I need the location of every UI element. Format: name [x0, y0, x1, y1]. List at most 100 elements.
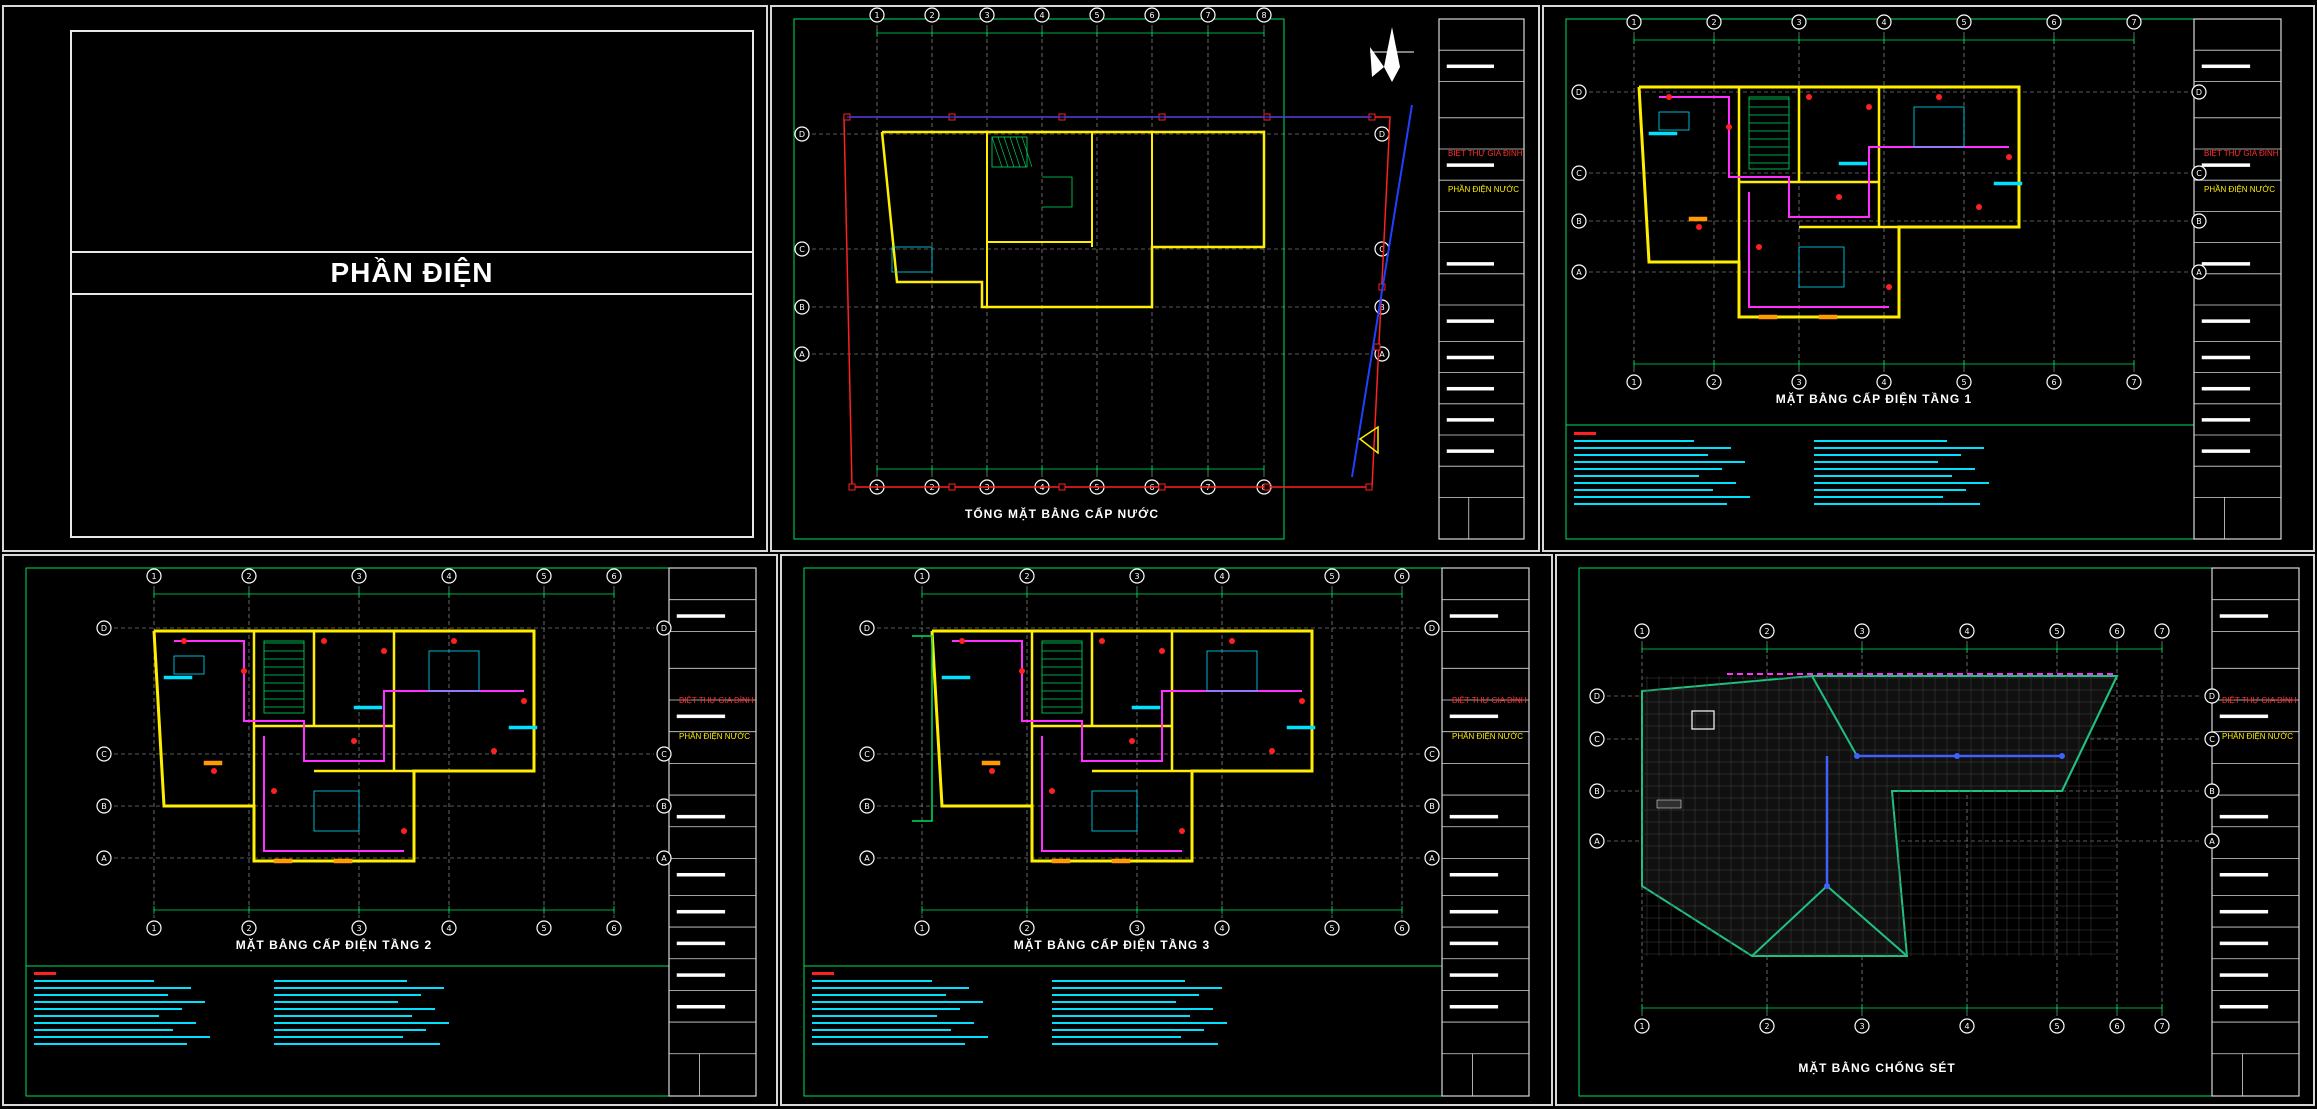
valve-symbol	[1263, 483, 1271, 491]
grid-bubble-col: 3	[351, 920, 367, 936]
light-fixture-symbol	[1019, 668, 1025, 674]
title-block-part: PHẦN ĐIỆN NƯỚC	[1452, 732, 1524, 741]
grid-bubble-col: 2	[1019, 568, 1035, 584]
title-block-part: PHẦN ĐIỆN NƯỚC	[2204, 185, 2276, 194]
grid-bubble-label: 2	[1764, 1022, 1769, 1031]
grid-bubble-label: 3	[1796, 378, 1801, 387]
switch-panel	[1051, 858, 1071, 864]
grid-bubble-row: C	[1571, 165, 1587, 181]
title-block-part: PHẦN ĐIỆN NƯỚC	[1448, 185, 1520, 194]
notes-text-bar	[812, 1008, 960, 1010]
grid-bubble-row: B	[1424, 798, 1440, 814]
grid-bubble-label: 1	[1631, 18, 1636, 27]
light-fixture-symbol	[321, 638, 327, 644]
notes-text-bar	[1814, 489, 1966, 491]
grid-bubble-col: 3	[1791, 14, 1807, 30]
grid-bubble-label: 1	[1639, 1022, 1644, 1031]
exterior-wall	[930, 629, 1314, 863]
light-fixture-symbol	[451, 638, 457, 644]
grid-bubble-label: 6	[2051, 378, 2056, 387]
grid-bubble-label: 3	[1859, 627, 1864, 636]
label-leader	[1286, 725, 1316, 730]
supply-pipe	[1351, 104, 1413, 478]
grid-bubble-label: 2	[1024, 924, 1029, 933]
wiring-run	[174, 640, 524, 762]
notes-heading-bar	[34, 972, 56, 975]
grid-bubble-label: D	[661, 624, 667, 633]
grid-bubble-col: 1	[1634, 623, 1650, 639]
grid-bubble-label: C	[1576, 169, 1582, 178]
drawing-canvas: 1122334455667788DDCCBBAA	[793, 7, 1525, 540]
light-fixture-symbol	[401, 828, 407, 834]
notes-text-bar	[34, 987, 191, 989]
light-fixture-symbol	[521, 698, 527, 704]
valve-symbol	[1365, 483, 1373, 491]
grid-bubble-col: 2	[1759, 623, 1775, 639]
grid-bubble-row: C	[96, 746, 112, 762]
valve-symbol	[1373, 343, 1381, 351]
grid-bubble-label: 1	[1631, 378, 1636, 387]
general-notes	[1574, 432, 1989, 505]
notes-text-bar	[1814, 503, 1980, 505]
grid-bubble-row: B	[1571, 213, 1587, 229]
grid-bubble-label: 6	[1149, 11, 1154, 20]
notes-text-bar	[1052, 987, 1222, 989]
grid-bubble-col: 4	[1959, 1018, 1975, 1034]
floor-plan	[152, 629, 538, 864]
grid-bubble-row: A	[1424, 850, 1440, 866]
grid-bubble-row: A	[96, 850, 112, 866]
grid-bubble-col: 2	[1706, 14, 1722, 30]
air-terminal-rod	[1824, 883, 1830, 889]
notes-text-bar	[812, 980, 932, 982]
grid-bubble-label: 2	[1764, 627, 1769, 636]
light-fixture-symbol	[989, 768, 995, 774]
cover-frame: PHẦN ĐIỆN	[70, 30, 754, 538]
light-fixture-symbol	[1129, 738, 1135, 744]
grid-bubble-col: 2	[241, 568, 257, 584]
sheet-title: MẶT BẰNG CHỐNG SÉT	[1798, 1061, 1956, 1075]
grid-bubble-col: 4	[1876, 14, 1892, 30]
light-fixture-symbol	[1099, 638, 1105, 644]
grid-bubble-label: 4	[1881, 378, 1886, 387]
grid-bubble-col: 4	[1214, 920, 1230, 936]
title-block-text-bar	[2219, 872, 2269, 877]
grid-bubble-col: 7	[1200, 7, 1216, 23]
notes-text-bar	[1052, 1001, 1176, 1003]
stair-outline	[1041, 640, 1083, 714]
light-fixture-symbol	[1179, 828, 1185, 834]
notes-text-bar	[1574, 461, 1745, 463]
title-block-text-bar	[2219, 614, 2269, 618]
bed-symbol	[1913, 106, 1965, 148]
stair-symbol	[1748, 96, 1790, 170]
notes-text-bar	[34, 1043, 187, 1045]
grid-bubble-label: D	[1594, 692, 1600, 701]
grid-bubble-label: 7	[2131, 18, 2136, 27]
notes-text-bar	[274, 1022, 449, 1024]
notes-text-bar	[34, 1001, 205, 1003]
grid-bubble-row: B	[1374, 299, 1390, 315]
hatch-line	[991, 136, 1003, 168]
hatch-line	[997, 136, 1009, 168]
grid-bubble-row: D	[1571, 84, 1587, 100]
title-block-project: BIỆT THỰ GIA ĐÌNH	[1448, 149, 1523, 158]
floor-plan	[1637, 85, 2023, 320]
title-block-text-bar	[676, 872, 726, 877]
grid-bubble-label: 3	[1859, 1022, 1864, 1031]
grid-bubble-row: D	[2204, 688, 2220, 704]
grid-bubble-col: 1	[869, 7, 885, 23]
grid-bubble-label: 6	[2114, 1022, 2119, 1031]
grid-bubble-col: 7	[2154, 1018, 2170, 1034]
sheet-title: TỔNG MẶT BẰNG CẤP NƯỚC	[965, 507, 1159, 521]
stair-outline	[1748, 96, 1790, 170]
title-block-text-bar	[1446, 262, 1494, 266]
notes-text-bar	[274, 987, 444, 989]
grid-bubble-row: A	[859, 850, 875, 866]
grid-bubble-label: 6	[2051, 18, 2056, 27]
light-fixture-symbol	[1886, 284, 1892, 290]
roof-label-box	[1656, 799, 1682, 809]
grid-bubble-label: 2	[1024, 572, 1029, 581]
north-arrow-needle	[1384, 27, 1400, 82]
grid-bubble-row: D	[1424, 620, 1440, 636]
notes-text-bar	[1574, 440, 1694, 442]
label-leader	[1838, 161, 1868, 166]
